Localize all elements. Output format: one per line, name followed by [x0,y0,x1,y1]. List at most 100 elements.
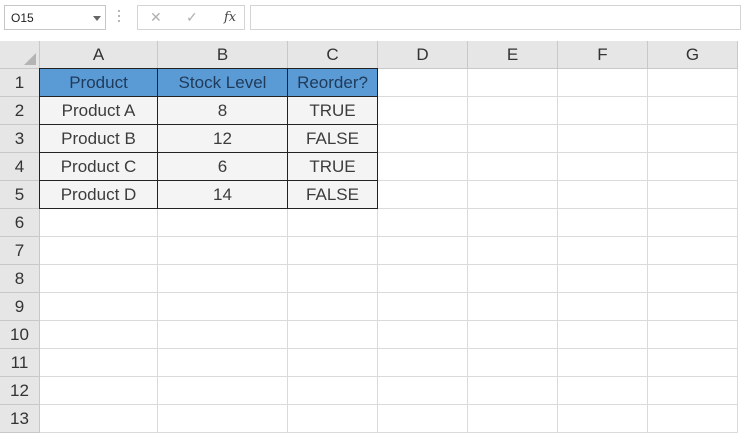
cell-b3[interactable]: 12 [158,125,288,153]
cell-a6[interactable] [40,209,158,237]
cell-d5[interactable] [378,181,468,209]
cell-d4[interactable] [378,153,468,181]
cell-a1[interactable]: Product [40,69,158,97]
cell-b7[interactable] [158,237,288,265]
insert-function-icon[interactable]: fx [224,10,236,25]
cell-e4[interactable] [468,153,558,181]
cell-c7[interactable] [288,237,378,265]
cell-b9[interactable] [158,293,288,321]
cell-a5[interactable]: Product D [40,181,158,209]
cell-f2[interactable] [558,97,648,125]
cell-e6[interactable] [468,209,558,237]
cell-e5[interactable] [468,181,558,209]
cell-c13[interactable] [288,405,378,433]
cell-f10[interactable] [558,321,648,349]
cell-c2[interactable]: TRUE [288,97,378,125]
cell-a13[interactable] [40,405,158,433]
cell-c8[interactable] [288,265,378,293]
cell-a9[interactable] [40,293,158,321]
cell-c6[interactable] [288,209,378,237]
row-header-9[interactable]: 9 [0,293,40,321]
cell-g8[interactable] [648,265,738,293]
cell-d13[interactable] [378,405,468,433]
row-header-3[interactable]: 3 [0,125,40,153]
cell-d8[interactable] [378,265,468,293]
cell-g1[interactable] [648,69,738,97]
cell-e8[interactable] [468,265,558,293]
cell-a4[interactable]: Product C [40,153,158,181]
column-header-g[interactable]: G [648,41,738,69]
cell-c1[interactable]: Reorder? [288,69,378,97]
cell-a3[interactable]: Product B [40,125,158,153]
column-header-f[interactable]: F [558,41,648,69]
column-header-d[interactable]: D [378,41,468,69]
row-header-12[interactable]: 12 [0,377,40,405]
cell-d7[interactable] [378,237,468,265]
row-header-13[interactable]: 13 [0,405,40,433]
cell-f11[interactable] [558,349,648,377]
cell-f1[interactable] [558,69,648,97]
cell-e10[interactable] [468,321,558,349]
row-header-2[interactable]: 2 [0,97,40,125]
cell-a10[interactable] [40,321,158,349]
enter-icon[interactable]: ✓ [186,9,198,26]
column-header-c[interactable]: C [288,41,378,69]
cell-g9[interactable] [648,293,738,321]
cell-c5[interactable]: FALSE [288,181,378,209]
cell-d10[interactable] [378,321,468,349]
name-box[interactable]: O15 [4,5,106,30]
cell-c9[interactable] [288,293,378,321]
cell-g11[interactable] [648,349,738,377]
cell-f3[interactable] [558,125,648,153]
row-header-8[interactable]: 8 [0,265,40,293]
cell-g12[interactable] [648,377,738,405]
cell-a7[interactable] [40,237,158,265]
cancel-icon[interactable]: ✕ [150,9,162,26]
cell-f13[interactable] [558,405,648,433]
cell-c3[interactable]: FALSE [288,125,378,153]
column-header-a[interactable]: A [40,41,158,69]
column-header-e[interactable]: E [468,41,558,69]
cell-g7[interactable] [648,237,738,265]
cell-b10[interactable] [158,321,288,349]
column-header-b[interactable]: B [158,41,288,69]
cell-f4[interactable] [558,153,648,181]
cell-e3[interactable] [468,125,558,153]
cell-d9[interactable] [378,293,468,321]
row-header-4[interactable]: 4 [0,153,40,181]
cell-e9[interactable] [468,293,558,321]
cell-d2[interactable] [378,97,468,125]
cell-g5[interactable] [648,181,738,209]
row-header-6[interactable]: 6 [0,209,40,237]
cell-g6[interactable] [648,209,738,237]
row-header-10[interactable]: 10 [0,321,40,349]
cell-g10[interactable] [648,321,738,349]
cell-b2[interactable]: 8 [158,97,288,125]
cell-c11[interactable] [288,349,378,377]
cell-e11[interactable] [468,349,558,377]
select-all-button[interactable] [0,41,40,69]
row-header-11[interactable]: 11 [0,349,40,377]
cell-g13[interactable] [648,405,738,433]
cell-f5[interactable] [558,181,648,209]
cell-g2[interactable] [648,97,738,125]
cell-d11[interactable] [378,349,468,377]
cell-b13[interactable] [158,405,288,433]
cell-c10[interactable] [288,321,378,349]
cell-c12[interactable] [288,377,378,405]
cell-d1[interactable] [378,69,468,97]
cell-b4[interactable]: 6 [158,153,288,181]
cell-a12[interactable] [40,377,158,405]
cell-e12[interactable] [468,377,558,405]
cell-b1[interactable]: Stock Level [158,69,288,97]
cell-e7[interactable] [468,237,558,265]
chevron-down-icon[interactable] [93,16,101,21]
cell-c4[interactable]: TRUE [288,153,378,181]
cell-g4[interactable] [648,153,738,181]
cell-e13[interactable] [468,405,558,433]
row-header-1[interactable]: 1 [0,69,40,97]
cell-b6[interactable] [158,209,288,237]
formula-input[interactable] [250,5,741,30]
cell-b11[interactable] [158,349,288,377]
cell-e1[interactable] [468,69,558,97]
